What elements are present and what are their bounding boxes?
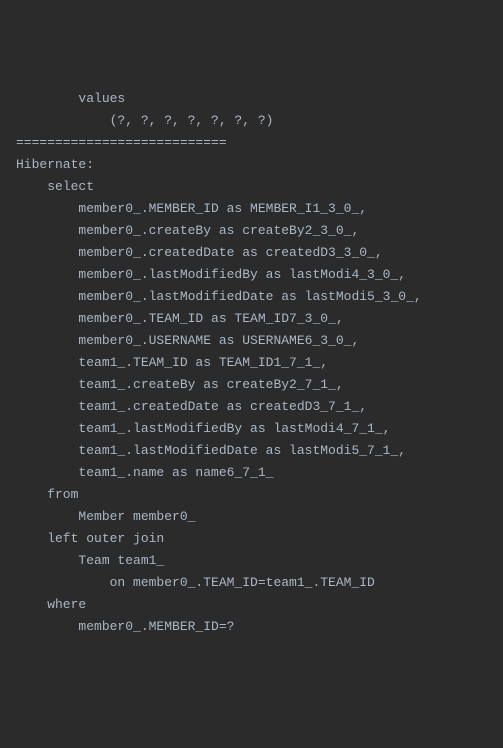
code-line: select (16, 176, 503, 198)
code-output: values (?, ?, ?, ?, ?, ?, ?)============… (0, 88, 503, 638)
code-line: team1_.createBy as createBy2_7_1_, (16, 374, 503, 396)
code-line: team1_.createdDate as createdD3_7_1_, (16, 396, 503, 418)
code-line: member0_.USERNAME as USERNAME6_3_0_, (16, 330, 503, 352)
code-line: member0_.lastModifiedDate as lastModi5_3… (16, 286, 503, 308)
code-line: member0_.createdDate as createdD3_3_0_, (16, 242, 503, 264)
code-line: Member member0_ (16, 506, 503, 528)
code-line: team1_.name as name6_7_1_ (16, 462, 503, 484)
code-line: member0_.TEAM_ID as TEAM_ID7_3_0_, (16, 308, 503, 330)
code-line: Team team1_ (16, 550, 503, 572)
code-line: where (16, 594, 503, 616)
code-line: left outer join (16, 528, 503, 550)
code-line: team1_.lastModifiedDate as lastModi5_7_1… (16, 440, 503, 462)
code-line: Hibernate: (16, 154, 503, 176)
code-line: on member0_.TEAM_ID=team1_.TEAM_ID (16, 572, 503, 594)
code-line: team1_.TEAM_ID as TEAM_ID1_7_1_, (16, 352, 503, 374)
code-line: from (16, 484, 503, 506)
code-line: member0_.MEMBER_ID as MEMBER_I1_3_0_, (16, 198, 503, 220)
code-line: member0_.createBy as createBy2_3_0_, (16, 220, 503, 242)
code-line: values (16, 88, 503, 110)
code-line: team1_.lastModifiedBy as lastModi4_7_1_, (16, 418, 503, 440)
code-line: (?, ?, ?, ?, ?, ?, ?) (16, 110, 503, 132)
code-line: member0_.lastModifiedBy as lastModi4_3_0… (16, 264, 503, 286)
code-line: =========================== (16, 132, 503, 154)
code-line: member0_.MEMBER_ID=? (16, 616, 503, 638)
